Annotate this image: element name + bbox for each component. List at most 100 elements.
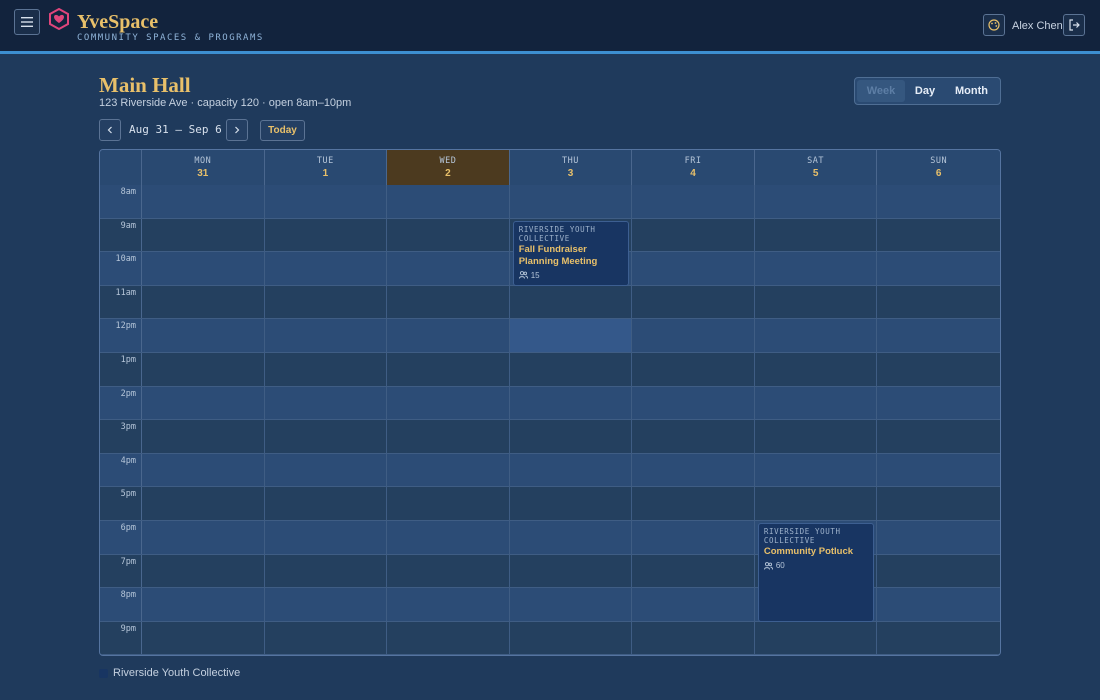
time-slot[interactable]: [877, 454, 1000, 487]
time-slot[interactable]: [510, 185, 633, 218]
time-slot[interactable]: [755, 285, 878, 319]
time-slot[interactable]: [755, 353, 878, 386]
time-slot[interactable]: [142, 554, 265, 588]
day-header-sun[interactable]: SUN 6: [877, 150, 1000, 185]
time-slot[interactable]: [387, 487, 510, 520]
time-slot[interactable]: [142, 521, 265, 554]
time-slot[interactable]: [755, 621, 878, 655]
time-slot[interactable]: [142, 420, 265, 453]
time-slot[interactable]: [755, 420, 878, 453]
day-header-sat[interactable]: SAT 5: [754, 150, 878, 185]
next-week-button[interactable]: [226, 119, 248, 141]
time-slot[interactable]: [387, 621, 510, 655]
time-slot[interactable]: [265, 185, 388, 218]
day-header-thu[interactable]: THU 3: [509, 150, 633, 185]
time-slot[interactable]: [755, 386, 878, 420]
time-slot[interactable]: [877, 420, 1000, 453]
time-slot[interactable]: [387, 420, 510, 453]
time-slot[interactable]: [755, 185, 878, 218]
time-slot[interactable]: [265, 521, 388, 554]
day-header-wed[interactable]: WED 2: [387, 150, 510, 185]
time-slot[interactable]: [387, 588, 510, 621]
time-slot[interactable]: [877, 487, 1000, 520]
time-slot[interactable]: [142, 252, 265, 285]
time-slot[interactable]: [387, 453, 510, 487]
time-slot[interactable]: [509, 319, 633, 352]
time-slot[interactable]: [755, 319, 878, 352]
view-day-button[interactable]: Day: [905, 80, 945, 102]
day-header-mon[interactable]: MON 31: [142, 150, 265, 185]
time-slot[interactable]: [265, 554, 388, 588]
time-slot[interactable]: [142, 386, 265, 420]
time-slot[interactable]: [632, 386, 755, 420]
time-slot[interactable]: [632, 285, 755, 319]
time-slot[interactable]: [877, 319, 1000, 352]
time-slot[interactable]: [387, 285, 510, 319]
time-slot[interactable]: [755, 487, 878, 520]
time-slot[interactable]: [510, 588, 633, 621]
time-slot[interactable]: [510, 554, 633, 588]
time-slot[interactable]: [877, 286, 1000, 319]
time-slot[interactable]: [387, 218, 510, 252]
time-slot[interactable]: [632, 487, 755, 520]
time-slot[interactable]: [632, 554, 755, 588]
time-slot[interactable]: [632, 521, 755, 554]
time-slot[interactable]: [510, 386, 633, 420]
time-slot[interactable]: [142, 353, 265, 386]
time-slot[interactable]: [142, 487, 265, 520]
time-slot[interactable]: [387, 353, 510, 386]
prev-week-button[interactable]: [99, 119, 121, 141]
time-slot[interactable]: [387, 386, 510, 420]
time-slot[interactable]: [265, 218, 388, 252]
time-slot[interactable]: [877, 555, 1000, 588]
time-slot[interactable]: [142, 285, 265, 319]
calendar-event[interactable]: Riverside Youth Collective Community Potl…: [757, 523, 875, 622]
view-week-button[interactable]: Week: [857, 80, 905, 102]
time-slot[interactable]: [265, 252, 388, 285]
today-button[interactable]: Today: [260, 120, 305, 141]
time-slot[interactable]: [877, 521, 1000, 554]
time-slot[interactable]: [510, 420, 633, 453]
time-slot[interactable]: [142, 319, 265, 352]
time-slot[interactable]: [877, 353, 1000, 386]
logout-button[interactable]: [1063, 14, 1085, 36]
time-slot[interactable]: [632, 621, 755, 655]
time-slot[interactable]: [510, 353, 633, 386]
time-slot[interactable]: [510, 285, 633, 319]
time-slot[interactable]: [877, 622, 1000, 655]
time-slot[interactable]: [265, 386, 388, 420]
time-slot[interactable]: [142, 588, 265, 621]
time-slot[interactable]: [510, 621, 633, 655]
calendar-event[interactable]: Riverside Youth Collective Fall Fundraise…: [512, 220, 630, 286]
time-slot[interactable]: [265, 453, 388, 487]
time-slot[interactable]: [510, 521, 633, 554]
time-slot[interactable]: [142, 621, 265, 655]
time-slot[interactable]: [877, 387, 1000, 420]
theme-button[interactable]: [983, 14, 1005, 36]
time-slot[interactable]: [632, 252, 755, 285]
time-slot[interactable]: [755, 218, 878, 252]
day-header-fri[interactable]: FRI 4: [632, 150, 755, 185]
day-header-tue[interactable]: TUE 1: [264, 150, 388, 185]
time-slot[interactable]: [387, 185, 510, 218]
time-slot[interactable]: [632, 353, 755, 386]
time-slot[interactable]: [265, 319, 388, 352]
time-slot[interactable]: [265, 353, 388, 386]
time-slot[interactable]: [877, 588, 1000, 621]
time-slot[interactable]: [632, 185, 755, 218]
time-slot[interactable]: [632, 453, 755, 487]
time-slot[interactable]: [265, 487, 388, 520]
menu-button[interactable]: [14, 9, 40, 35]
time-slot[interactable]: [510, 453, 633, 487]
time-slot[interactable]: [755, 252, 878, 285]
time-slot[interactable]: [387, 554, 510, 588]
time-slot[interactable]: [265, 588, 388, 621]
time-slot[interactable]: [632, 420, 755, 453]
time-slot[interactable]: [387, 252, 510, 285]
time-slot[interactable]: [387, 521, 510, 554]
time-slot[interactable]: [877, 252, 1000, 285]
time-slot[interactable]: [755, 453, 878, 487]
time-slot[interactable]: [632, 218, 755, 252]
time-slot[interactable]: [510, 487, 633, 520]
time-slot[interactable]: [142, 453, 265, 487]
